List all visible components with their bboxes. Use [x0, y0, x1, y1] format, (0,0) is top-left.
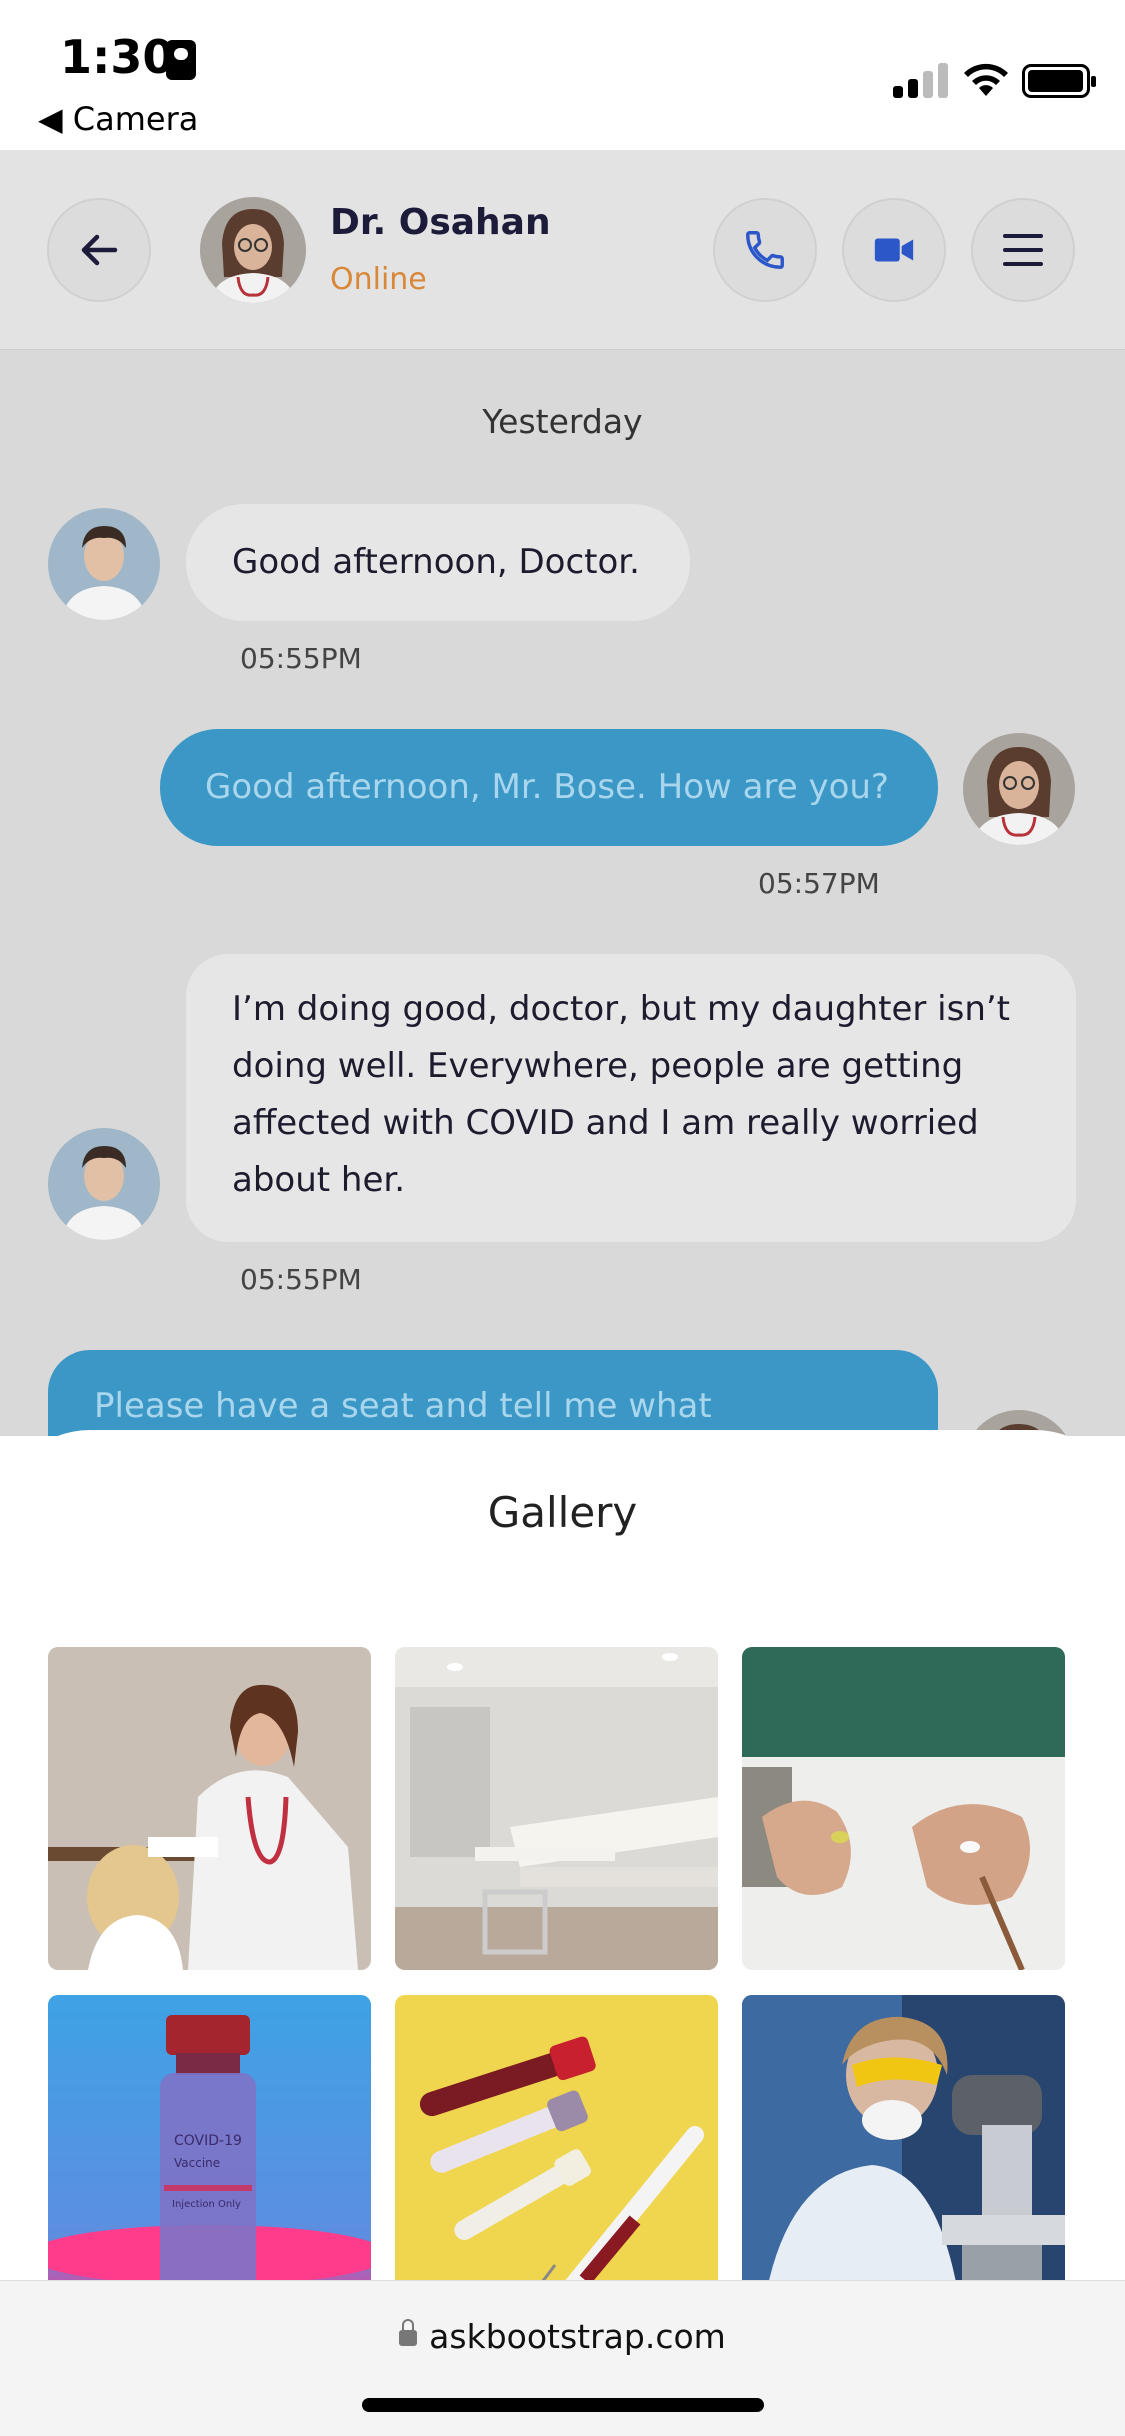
menu-icon	[1003, 234, 1043, 266]
message-bubble-incoming: I’m doing good, doctor, but my daughter …	[186, 954, 1076, 1242]
gallery-image-blood-test-tubes[interactable]	[395, 1995, 718, 2280]
gallery-image-lab-microscope[interactable]	[742, 1995, 1065, 2280]
back-arrow-icon	[81, 234, 118, 266]
gallery-image-covid-vaccine-vial[interactable]: COVID-19 Vaccine Injection Only	[48, 1995, 371, 2280]
chat-area: Dr. Osahan Online Yesterday Good afterno…	[0, 150, 1125, 1436]
patient-avatar	[48, 508, 160, 620]
contact-badge-icon	[166, 40, 196, 80]
message-bubble-outgoing: Please have a seat and tell me what	[48, 1350, 938, 1436]
video-call-button[interactable]	[842, 198, 946, 302]
doctor-avatar[interactable]	[200, 197, 306, 303]
vial-label-text: COVID-19	[174, 2133, 242, 2149]
gallery-image-doctor-with-child[interactable]	[48, 1647, 371, 1970]
doctor-message-avatar	[963, 733, 1075, 845]
call-button[interactable]	[713, 198, 817, 302]
message-line: affected with COVID and I am really worr…	[232, 1103, 979, 1143]
vial-label-text: Injection Only	[172, 2199, 241, 2210]
gallery-sheet: Gallery COVID-19 Vaccine Injection Only	[0, 1430, 1125, 2280]
cellular-signal-icon	[893, 62, 953, 98]
status-time: 1:30	[60, 30, 175, 84]
doctor-name: Dr. Osahan	[330, 202, 551, 243]
vial-label-text: Vaccine	[174, 2156, 220, 2170]
wifi-icon	[964, 63, 1008, 96]
gallery-title: Gallery	[487, 1488, 638, 1537]
back-to-camera-link[interactable]: ◀ Camera	[38, 100, 198, 138]
browser-url-bar[interactable]: askbootstrap.com	[0, 2280, 1125, 2436]
message-line: doing well. Everywhere, people are getti…	[232, 1046, 964, 1086]
video-icon	[874, 238, 914, 262]
message-line: about her.	[232, 1160, 406, 1200]
status-bar: 1:30 ◀ Camera	[0, 0, 1125, 150]
battery-icon	[1022, 64, 1096, 98]
message-time: 05:55PM	[240, 642, 362, 675]
phone-icon	[746, 231, 784, 269]
message-time: 05:55PM	[240, 1263, 362, 1296]
message-line: I’m doing good, doctor, but my daughter …	[232, 989, 1011, 1029]
patient-avatar	[48, 1128, 160, 1240]
home-indicator[interactable]	[362, 2398, 764, 2412]
day-separator: Yesterday	[482, 402, 643, 441]
message-bubble-incoming: Good afternoon, Doctor.	[186, 504, 690, 621]
url-display[interactable]: askbootstrap.com	[0, 2317, 1125, 2356]
message-time: 05:57PM	[758, 867, 880, 900]
url-text: askbootstrap.com	[429, 2317, 726, 2356]
menu-button[interactable]	[971, 198, 1075, 302]
chat-header: Dr. Osahan Online	[0, 150, 1125, 350]
gallery-image-pills-in-hands[interactable]	[742, 1647, 1065, 1970]
gallery-image-clinic-room[interactable]	[395, 1647, 718, 1970]
message-bubble-outgoing: Good afternoon, Mr. Bose. How are you?	[160, 729, 938, 846]
back-button[interactable]	[47, 198, 151, 302]
lock-icon	[399, 2319, 418, 2346]
online-status: Online	[330, 262, 427, 297]
